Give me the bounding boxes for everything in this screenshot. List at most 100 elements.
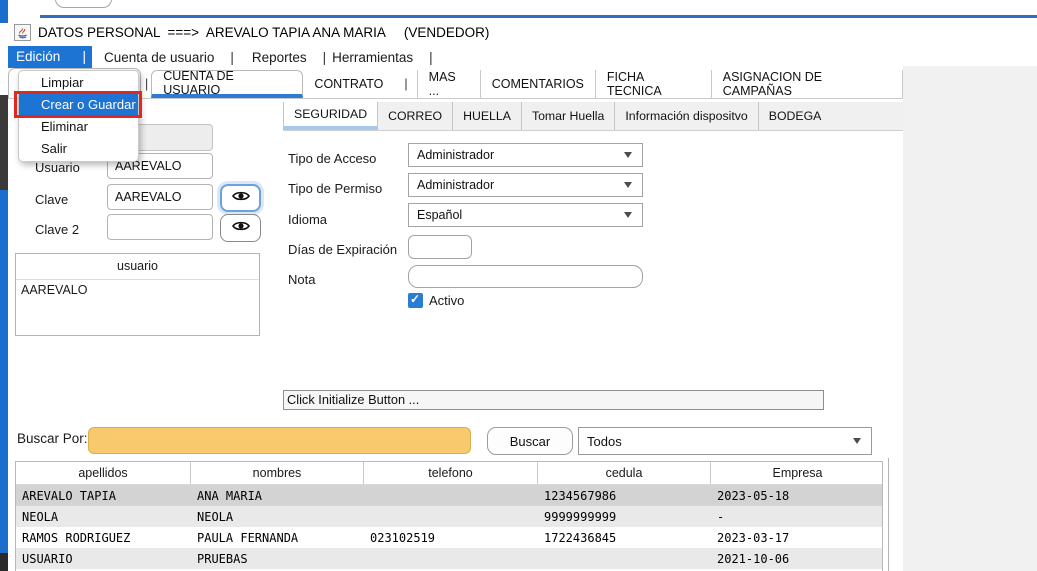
column-header-cedula[interactable]: cedula: [538, 462, 711, 484]
tab-label: FICHA TECNICA: [607, 70, 700, 98]
cell-cedula: 1234567986: [538, 485, 711, 506]
idioma-select[interactable]: Español: [408, 203, 643, 227]
usuario-list-item[interactable]: AAREVALO: [16, 280, 259, 300]
panel-edge-line: [888, 458, 889, 571]
cell-apellidos: NEOLA: [16, 506, 191, 527]
cell-telefono: [364, 548, 538, 569]
cell-empresa: 2023-03-17: [711, 527, 883, 548]
usuario-list-header[interactable]: usuario: [16, 254, 259, 280]
annotation-highlight-box: [14, 91, 142, 118]
filter-select[interactable]: Todos: [578, 427, 872, 455]
tipo-permiso-label: Tipo de Permiso: [288, 181, 382, 196]
tab-mas[interactable]: MAS ...: [417, 70, 481, 98]
menu-edicion[interactable]: Edición |: [8, 46, 92, 68]
table-row[interactable]: NEOLA NEOLA 9999999999 -: [16, 506, 882, 527]
subtab-label: Tomar Huella: [532, 109, 604, 123]
menu-separator: |: [323, 50, 327, 65]
application-window: DATOS PERSONAL ===> AREVALO TAPIA ANA MA…: [0, 0, 1037, 571]
show-clave-button[interactable]: [220, 184, 261, 212]
tipo-acceso-select[interactable]: Administrador: [408, 143, 643, 167]
filter-value: Todos: [587, 434, 622, 449]
menu-herramientas[interactable]: Herramientas: [332, 50, 413, 65]
tipo-permiso-select[interactable]: Administrador: [408, 173, 643, 197]
column-header-nombres[interactable]: nombres: [191, 462, 364, 484]
dias-expiracion-label: Días de Expiración: [288, 242, 397, 257]
menu-reportes[interactable]: Reportes: [252, 50, 307, 65]
buscar-button[interactable]: Buscar: [487, 427, 573, 455]
table-row[interactable]: USUARIO PRUEBAS 2021-10-06: [16, 548, 882, 569]
idioma-label: Idioma: [288, 212, 327, 227]
cell-empresa: 2023-05-18: [711, 485, 883, 506]
activo-row: Activo: [408, 293, 464, 308]
subtab-huella[interactable]: HUELLA: [453, 102, 522, 130]
activo-checkbox[interactable]: [408, 293, 423, 308]
nota-field[interactable]: [408, 265, 643, 288]
tab-ficha-tecnica[interactable]: FICHA TECNICA: [596, 70, 712, 98]
background-window-button[interactable]: [55, 0, 112, 8]
clave-field[interactable]: [107, 184, 213, 210]
column-header-empresa[interactable]: Empresa: [711, 462, 883, 484]
tab-comentarios[interactable]: COMENTARIOS: [481, 70, 596, 98]
cell-cedula: 1722436845: [538, 527, 711, 548]
clave2-field[interactable]: [107, 214, 213, 240]
subtab-tomar-huella[interactable]: Tomar Huella: [522, 102, 615, 130]
tab-label: CONTRATO: [314, 77, 383, 91]
menu-bar: Edición | Cuenta de usuario | Reportes |…: [8, 46, 903, 68]
buscar-por-label: Buscar Por:: [17, 431, 88, 446]
table-header-row: apellidos nombres telefono cedula Empres…: [16, 462, 882, 485]
cell-cedula: [538, 548, 711, 569]
subtab-label: HUELLA: [463, 109, 511, 123]
menu-item-eliminar[interactable]: Eliminar: [19, 116, 138, 138]
tab-label: ASIGNACION DE CAMPAÑAS: [723, 70, 891, 98]
usuario-label: Usuario: [35, 160, 80, 175]
buscar-por-input[interactable]: [88, 427, 471, 454]
subtab-bodega[interactable]: BODEGA: [759, 102, 832, 130]
screen-edge-strip: [0, 553, 8, 571]
cell-apellidos: RAMOS RODRIGUEZ: [16, 527, 191, 548]
cell-cedula: 9999999999: [538, 506, 711, 527]
tab-cuenta-de-usuario[interactable]: CUENTA DE USUARIO: [151, 70, 303, 98]
cell-apellidos: AREVALO TAPIA: [16, 485, 191, 506]
menu-item-salir[interactable]: Salir: [19, 138, 138, 160]
tab-contrato[interactable]: CONTRATO: [303, 70, 401, 98]
menu-cuenta-de-usuario[interactable]: Cuenta de usuario: [104, 50, 214, 65]
usuario-list: usuario AAREVALO: [15, 253, 260, 336]
clave-label: Clave: [35, 192, 68, 207]
menu-separator: |: [230, 50, 234, 65]
nota-label: Nota: [288, 272, 315, 287]
screen-edge-strip: [0, 0, 8, 23]
tab-label: MAS ...: [429, 70, 469, 98]
subtab-seguridad[interactable]: SEGURIDAD: [283, 102, 378, 130]
column-header-telefono[interactable]: telefono: [364, 462, 538, 484]
table-row[interactable]: RAMOS RODRIGUEZ PAULA FERNANDA 023102519…: [16, 527, 882, 548]
cell-telefono: 023102519: [364, 527, 538, 548]
subtab-label: BODEGA: [769, 109, 822, 123]
table-row-selected[interactable]: AREVALO TAPIA ANA MARIA 1234567986 2023-…: [16, 485, 882, 506]
tab-asignacion-de-campanas[interactable]: ASIGNACION DE CAMPAÑAS: [712, 70, 903, 98]
sub-tab-bar: SEGURIDAD CORREO HUELLA Tomar Huella Inf…: [283, 102, 903, 131]
results-table: apellidos nombres telefono cedula Empres…: [15, 461, 883, 571]
dias-expiracion-field[interactable]: [408, 235, 472, 259]
cell-nombres: PRUEBAS: [191, 548, 364, 569]
idioma-value: Español: [417, 208, 462, 222]
dropdown-arrow-icon: [624, 152, 632, 158]
window-title: DATOS PERSONAL ===> AREVALO TAPIA ANA MA…: [38, 25, 489, 40]
tipo-permiso-value: Administrador: [417, 178, 494, 192]
cell-telefono: [364, 506, 538, 527]
eye-icon: [232, 189, 250, 207]
dropdown-arrow-icon: [853, 438, 861, 444]
dropdown-arrow-icon: [624, 182, 632, 188]
eye-icon: [232, 219, 250, 237]
tab-label: CUENTA DE USUARIO: [163, 69, 291, 97]
background-area: [903, 66, 1037, 571]
tipo-acceso-label: Tipo de Acceso: [288, 151, 376, 166]
subtab-informacion-dispositivo[interactable]: Información dispositvo: [615, 102, 758, 130]
column-header-apellidos[interactable]: apellidos: [16, 462, 191, 484]
cell-nombres: PAULA FERNANDA: [191, 527, 364, 548]
subtab-correo[interactable]: CORREO: [378, 102, 453, 130]
show-clave2-button[interactable]: [220, 214, 261, 242]
tab-separator: |: [142, 70, 151, 98]
java-app-icon: [14, 24, 31, 41]
dropdown-arrow-icon: [624, 212, 632, 218]
cell-empresa: -: [711, 506, 883, 527]
